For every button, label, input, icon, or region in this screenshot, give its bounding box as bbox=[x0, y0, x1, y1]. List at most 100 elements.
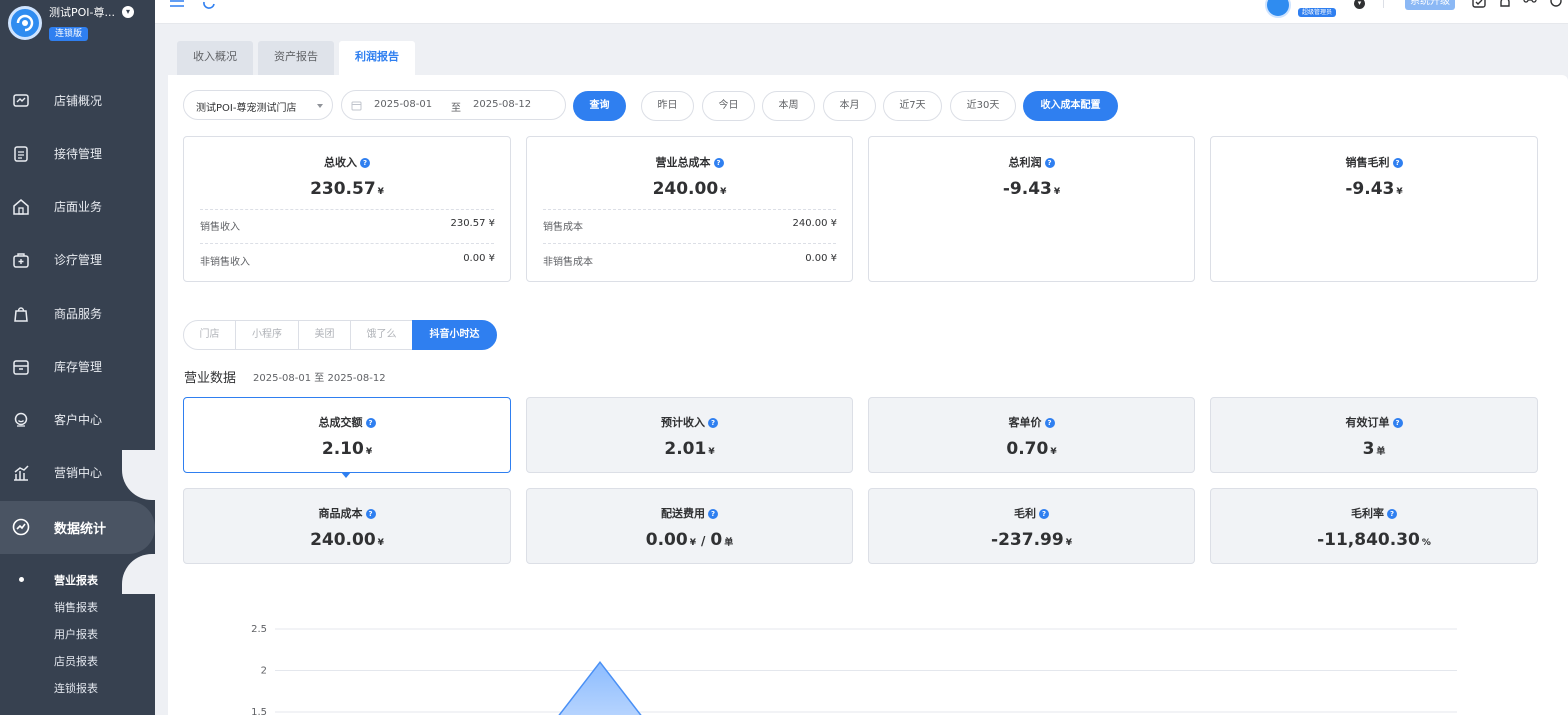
range-today-button[interactable]: 今日 bbox=[702, 91, 755, 121]
cost-config-button[interactable]: 收入成本配置 bbox=[1023, 91, 1118, 121]
selected-pointer bbox=[341, 472, 351, 478]
help-icon[interactable]: ? bbox=[708, 418, 718, 428]
sidebar-item-statistics[interactable]: 数据统计 bbox=[0, 501, 155, 554]
checklist-icon[interactable] bbox=[1472, 0, 1486, 10]
metric-card-gross-margin-rate[interactable]: 毛利率? -11,840.30% bbox=[1210, 488, 1538, 564]
store-switcher[interactable]: 测试POI-尊... ▾ 连锁版 bbox=[0, 0, 155, 50]
tab-profit-report[interactable]: 利润报告 bbox=[339, 41, 415, 75]
share-icon[interactable] bbox=[1523, 0, 1537, 10]
sidebar-item-label: 店面业务 bbox=[54, 200, 103, 214]
sidebar-item-products[interactable]: 商品服务 bbox=[0, 288, 155, 341]
date-end[interactable]: 2025-08-12 bbox=[473, 99, 531, 110]
date-start[interactable]: 2025-08-01 bbox=[374, 99, 432, 110]
sidebar-item-label: 库存管理 bbox=[54, 360, 103, 374]
sub-item-sales-report[interactable]: 销售报表 bbox=[54, 599, 98, 615]
metric-card-product-cost[interactable]: 商品成本? 240.00 ¥ bbox=[183, 488, 511, 564]
sub-item-business-report[interactable]: 营业报表 bbox=[54, 572, 98, 588]
tab-income-overview[interactable]: 收入概况 bbox=[177, 41, 253, 75]
sidebar-item-inventory[interactable]: 库存管理 bbox=[0, 341, 155, 394]
store-select-value: 测试POI-尊宠测试门店 bbox=[196, 103, 297, 114]
metric-card-delivery-fee[interactable]: 配送费用? 0.00 ¥/0 单 bbox=[526, 488, 853, 564]
edition-badge: 连锁版 bbox=[49, 27, 89, 41]
marketing-icon bbox=[14, 465, 29, 481]
chart-line-icon bbox=[12, 518, 30, 536]
card-title: 总利润? bbox=[869, 154, 1194, 170]
menu-icon[interactable] bbox=[169, 0, 185, 10]
sidebar-item-customers[interactable]: 客户中心 bbox=[0, 394, 155, 447]
help-icon[interactable]: ? bbox=[1044, 158, 1055, 168]
store-logo bbox=[8, 6, 42, 40]
row-value: 240.00 ¥ bbox=[792, 218, 837, 229]
help-icon[interactable]: ? bbox=[1044, 418, 1055, 428]
sub-item-user-report[interactable]: 用户报表 bbox=[54, 626, 98, 642]
help-icon[interactable]: ? bbox=[1387, 509, 1397, 519]
store-select[interactable]: 测试POI-尊宠测试门店 bbox=[183, 90, 333, 120]
total-income-card: 总收入? 230.57 ¥ 销售收入 230.57 ¥ 非销售收入 0.00 ¥ bbox=[183, 136, 511, 282]
card-title: 销售毛利? bbox=[1211, 154, 1537, 170]
range-last-30-days-button[interactable]: 近30天 bbox=[950, 91, 1016, 121]
gross-margin-card: 销售毛利? -9.43 ¥ bbox=[1210, 136, 1538, 282]
sub-item-chain-report[interactable]: 连锁报表 bbox=[54, 680, 98, 696]
total-cost-card: 营业总成本? 240.00 ¥ 销售成本 240.00 ¥ 非销售成本 0.00 … bbox=[526, 136, 853, 282]
help-icon[interactable]: ? bbox=[713, 158, 724, 168]
card-value: -9.43 ¥ bbox=[1002, 179, 1061, 199]
sidebar-item-store-business[interactable]: 店面业务 bbox=[0, 181, 155, 234]
channel-tab-eleme[interactable]: 饿了么 bbox=[350, 320, 413, 350]
channel-tab-douyin[interactable]: 抖音小时达 bbox=[412, 320, 497, 350]
sidebar-item-store-overview[interactable]: 店铺概况 bbox=[0, 75, 155, 128]
store-icon bbox=[13, 199, 29, 215]
help-icon[interactable]: ? bbox=[1392, 418, 1403, 428]
help-icon[interactable]: ? bbox=[360, 158, 370, 168]
top-bar: 超级管理员 ▾ 系统升级 bbox=[155, 0, 1568, 24]
upgrade-button[interactable]: 系统升级 bbox=[1405, 0, 1455, 10]
query-button[interactable]: 查询 bbox=[573, 91, 626, 121]
section-title: 营业数据 bbox=[184, 371, 237, 386]
inventory-icon bbox=[13, 360, 29, 375]
range-this-week-button[interactable]: 本周 bbox=[762, 91, 815, 121]
role-badge: 超级管理员 bbox=[1298, 8, 1337, 17]
bag-icon bbox=[14, 307, 28, 322]
sidebar-item-label: 客户中心 bbox=[54, 413, 103, 427]
metric-card-avg-order[interactable]: 客单价? 0.70 ¥ bbox=[868, 397, 1195, 473]
sidebar-item-medical[interactable]: 诊疗管理 bbox=[0, 234, 155, 287]
row-label: 销售收入 bbox=[200, 222, 240, 233]
help-icon[interactable]: ? bbox=[1392, 158, 1403, 168]
date-separator: 至 bbox=[451, 103, 461, 114]
channel-tab-meituan[interactable]: 美团 bbox=[298, 320, 351, 350]
metric-card-expected-income[interactable]: 预计收入? 2.01 ¥ bbox=[526, 397, 853, 473]
tab-asset-report[interactable]: 资产报告 bbox=[258, 41, 334, 75]
gmv-trend-chart: 2.5 2 1.5 bbox=[251, 624, 1457, 715]
avatar[interactable] bbox=[1265, 0, 1291, 18]
settings-icon[interactable] bbox=[1549, 0, 1563, 10]
channel-tab-mini-program[interactable]: 小程序 bbox=[235, 320, 299, 350]
range-yesterday-button[interactable]: 昨日 bbox=[641, 91, 694, 121]
help-icon[interactable]: ? bbox=[708, 509, 718, 519]
sidebar-item-label: 数据统计 bbox=[54, 522, 107, 537]
total-profit-card: 总利润? -9.43 ¥ bbox=[868, 136, 1195, 282]
divider bbox=[200, 209, 494, 210]
row-value: 0.00 ¥ bbox=[805, 253, 837, 264]
chevron-down-icon[interactable]: ▾ bbox=[1354, 0, 1365, 9]
help-icon[interactable]: ? bbox=[1039, 509, 1049, 519]
channel-tab-store[interactable]: 门店 bbox=[183, 320, 236, 350]
customer-icon bbox=[14, 412, 28, 427]
row-label: 非销售成本 bbox=[543, 257, 593, 268]
card-title: 总收入? bbox=[184, 154, 510, 170]
range-last-7-days-button[interactable]: 近7天 bbox=[883, 91, 942, 121]
card-title: 营业总成本? bbox=[527, 154, 852, 170]
help-icon[interactable]: ? bbox=[365, 418, 376, 428]
reception-icon bbox=[14, 146, 28, 162]
sidebar-item-reception[interactable]: 接待管理 bbox=[0, 128, 155, 181]
metric-card-valid-orders[interactable]: 有效订单? 3单 bbox=[1210, 397, 1538, 473]
metric-card-gmv[interactable]: 总成交额? 2.10 ¥ bbox=[183, 397, 511, 473]
sidebar-item-label: 诊疗管理 bbox=[54, 253, 103, 267]
bell-icon[interactable] bbox=[1498, 0, 1512, 10]
row-value: 230.57 ¥ bbox=[450, 218, 495, 229]
range-this-month-button[interactable]: 本月 bbox=[823, 91, 876, 121]
date-range-picker[interactable]: 2025-08-01 至 2025-08-12 bbox=[341, 90, 566, 120]
metric-card-gross-profit[interactable]: 毛利? -237.99 ¥ bbox=[868, 488, 1195, 564]
sub-item-staff-report[interactable]: 店员报表 bbox=[54, 653, 98, 669]
refresh-icon[interactable] bbox=[202, 0, 216, 10]
help-icon[interactable]: ? bbox=[365, 509, 376, 519]
chevron-down-icon[interactable]: ▾ bbox=[122, 6, 134, 18]
